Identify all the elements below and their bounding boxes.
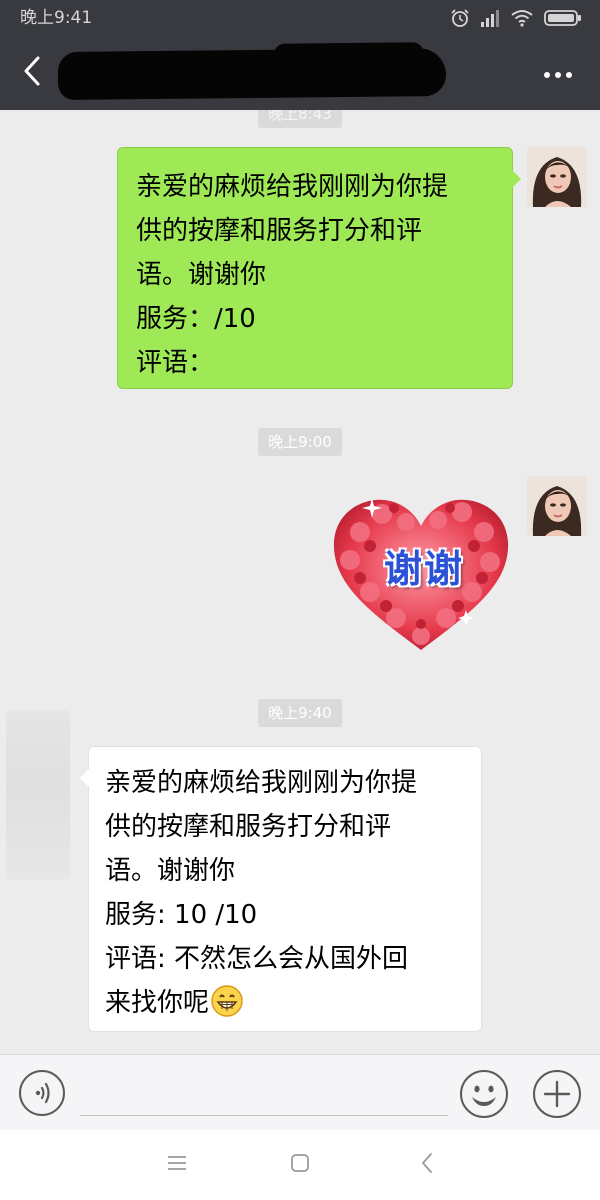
message-line-text: 来找你呢 — [105, 988, 210, 1018]
more-button[interactable] — [538, 62, 578, 84]
back-button[interactable] — [12, 51, 52, 95]
alarm-icon — [450, 8, 470, 28]
message-line: 亲爱的麻烦给我刚刚为你提 — [105, 768, 418, 798]
back-icon — [420, 1152, 434, 1178]
system-nav-bar — [0, 1130, 600, 1200]
message-input[interactable] — [80, 1065, 448, 1116]
voice-button[interactable] — [18, 1069, 66, 1117]
plus-icon — [532, 1070, 582, 1123]
chevron-left-icon — [22, 55, 42, 91]
message-line: 语。谢谢你 — [136, 260, 267, 290]
menu-icon — [167, 1155, 187, 1175]
emoji-button[interactable] — [459, 1069, 509, 1119]
received-message-bubble[interactable]: 亲爱的麻烦给我刚刚为你提 供的按摩和服务打分和评 语。谢谢你 服务: 10 /1… — [80, 746, 482, 1032]
heart-sticker[interactable]: 谢谢 — [330, 492, 512, 654]
plus-button[interactable] — [532, 1069, 582, 1119]
message-line: 来找你呢 — [105, 981, 465, 1031]
message-line: 亲爱的麻烦给我刚刚为你提 — [136, 172, 449, 202]
my-avatar[interactable] — [527, 147, 587, 207]
message-line: 语。谢谢你 — [105, 856, 236, 886]
message-line: 服务: 10 /10 — [105, 900, 258, 930]
timestamp: 晚上9:00 — [258, 428, 342, 456]
signal-icon — [480, 9, 500, 27]
menu-button[interactable] — [157, 1150, 197, 1180]
chat-area[interactable]: 晚上8:43 亲爱的麻烦给我刚刚为你提 供的按摩和服务打分和评 语。谢谢你 服务… — [0, 110, 600, 1054]
redacted-contact-name — [57, 47, 447, 101]
voice-icon — [18, 1070, 66, 1121]
message-line: 评语： — [136, 348, 215, 378]
timestamp: 晚上8:43 — [258, 110, 342, 128]
sticker-text: 谢谢 — [383, 547, 464, 591]
status-bar: 晚上9:41 — [0, 0, 600, 36]
system-back-button[interactable] — [407, 1150, 447, 1180]
status-time: 晚上9:41 — [20, 8, 93, 28]
input-bar — [0, 1054, 600, 1130]
contact-avatar[interactable] — [6, 710, 70, 880]
my-avatar[interactable] — [527, 476, 587, 536]
home-button[interactable] — [280, 1150, 320, 1180]
message-line: 服务：/10 — [136, 304, 256, 334]
more-dots-icon — [543, 64, 573, 83]
message-line: 供的按摩和服务打分和评 — [105, 812, 392, 842]
home-icon — [290, 1153, 310, 1177]
timestamp: 晚上9:40 — [258, 699, 342, 727]
sent-message-bubble[interactable]: 亲爱的麻烦给我刚刚为你提 供的按摩和服务打分和评 语。谢谢你 服务：/10 评语… — [117, 147, 521, 389]
battery-icon — [544, 9, 582, 27]
emoji-icon — [459, 1070, 509, 1123]
grinning-face-icon — [211, 985, 243, 1031]
chat-header — [0, 36, 600, 110]
message-line: 供的按摩和服务打分和评 — [136, 216, 423, 246]
message-line: 评语: 不然怎么会从国外回 — [105, 944, 409, 974]
status-icons — [450, 7, 582, 29]
wifi-icon — [510, 9, 534, 27]
